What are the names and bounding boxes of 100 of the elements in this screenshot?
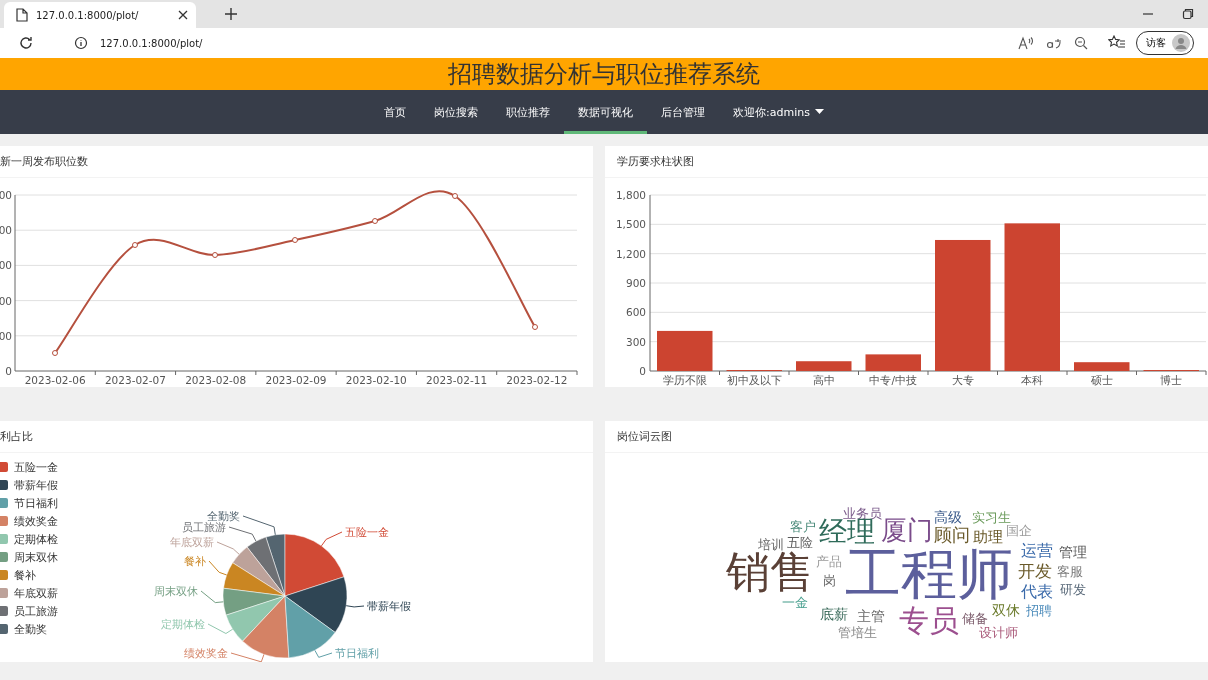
cloud-word: 一金 xyxy=(782,595,808,609)
slice-label: 餐补 xyxy=(184,555,206,567)
axis-label: 00 xyxy=(0,224,12,237)
axis-label: 2023-02-12 xyxy=(506,374,568,386)
cloud-word: 底薪 xyxy=(820,607,848,621)
nav-link[interactable]: 岗位搜索 xyxy=(420,90,493,134)
chart-title: 学历要求柱状图 xyxy=(605,146,1208,178)
cloud-word: 助理 xyxy=(973,529,1003,545)
nav-link[interactable]: 首页 xyxy=(370,90,421,134)
cloud-word: 主管 xyxy=(857,609,885,623)
read-aloud-icon[interactable] xyxy=(1018,36,1034,50)
leader-line xyxy=(200,590,224,604)
cloud-word: 开发 xyxy=(1018,562,1052,580)
restore-icon[interactable] xyxy=(1182,8,1194,20)
tab-title: 127.0.0.1:8000/plot/ xyxy=(36,9,140,21)
cloud-word: 设计师 xyxy=(978,625,1018,639)
data-point xyxy=(52,350,58,356)
nav-link[interactable]: 欢迎你:admins xyxy=(719,90,838,134)
data-point xyxy=(532,324,538,330)
data-point xyxy=(292,237,298,243)
legend-label[interactable]: 年底双薪 xyxy=(14,587,58,600)
cloud-word: 招聘 xyxy=(1026,603,1052,617)
cloud-word: 管理 xyxy=(1059,545,1087,559)
close-icon[interactable] xyxy=(178,10,188,20)
axis-label: 00 xyxy=(0,189,12,201)
legend-swatch[interactable] xyxy=(0,588,8,598)
legend-swatch[interactable] xyxy=(0,534,8,544)
legend-label[interactable]: 五险一金 xyxy=(14,461,58,474)
axis-label: 1,500 xyxy=(615,218,646,231)
leader-line xyxy=(320,531,343,547)
axis-label: 本科 xyxy=(1021,374,1044,386)
legend-swatch[interactable] xyxy=(0,462,8,472)
cloud-word: 国企 xyxy=(1006,523,1032,537)
browser-tab[interactable]: 127.0.0.1:8000/plot/ xyxy=(4,2,196,28)
chart-title: 新一周发布职位数 xyxy=(0,146,593,178)
reload-icon[interactable] xyxy=(18,35,34,51)
axis-label: 900 xyxy=(625,277,646,289)
legend-label[interactable]: 周末双休 xyxy=(14,551,58,564)
chart-title: 利占比 xyxy=(0,421,593,453)
new-tab-icon[interactable] xyxy=(224,7,238,21)
axis-label: 2023-02-10 xyxy=(345,374,407,386)
axis-label: 初中及以下 xyxy=(726,374,782,386)
legend-swatch[interactable] xyxy=(0,552,8,562)
profile-button[interactable]: 访客 xyxy=(1136,31,1194,55)
legend-label[interactable]: 定期体检 xyxy=(14,533,58,546)
legend-swatch[interactable] xyxy=(0,606,8,616)
cloud-word: 专员 xyxy=(899,606,959,636)
cloud-word: 顾问 xyxy=(934,526,970,544)
system-title: 招聘数据分析与职位推荐系统 xyxy=(448,59,760,90)
legend-swatch[interactable] xyxy=(0,516,8,526)
legend-swatch[interactable] xyxy=(0,480,8,490)
cloud-word: 培训 xyxy=(758,537,784,551)
axis-label: 高中 xyxy=(812,374,835,386)
favorites-icon[interactable] xyxy=(1108,35,1126,51)
legend-swatch[interactable] xyxy=(0,624,8,634)
legend-label[interactable]: 全勤奖 xyxy=(14,623,47,636)
cloud-word: 研发 xyxy=(1060,582,1086,596)
info-icon[interactable] xyxy=(74,36,88,50)
axis-label: 00 xyxy=(0,259,12,272)
data-point xyxy=(212,252,218,258)
legend-label[interactable]: 绩效奖金 xyxy=(14,515,58,528)
legend-label[interactable]: 节日福利 xyxy=(14,497,58,510)
axis-label: 硕士 xyxy=(1090,374,1113,386)
axis-label: 2023-02-08 xyxy=(185,374,247,386)
slice-label: 定期体检 xyxy=(161,618,205,630)
zoom-out-icon[interactable] xyxy=(1074,36,1088,50)
axis-label: 00 xyxy=(0,329,12,342)
legend-swatch[interactable] xyxy=(0,570,8,580)
cloud-word: 高级 xyxy=(934,510,962,524)
axis-label: 学历不限 xyxy=(662,374,707,386)
leader-line xyxy=(207,623,234,634)
axis-label: 00 xyxy=(0,294,12,307)
axis-label: 博士 xyxy=(1160,374,1183,386)
legend-swatch[interactable] xyxy=(0,498,8,508)
cloud-word: 客户 xyxy=(790,519,816,533)
nav-link[interactable]: 职位推荐 xyxy=(492,90,565,134)
axis-label: 2023-02-06 xyxy=(24,374,86,386)
legend-label[interactable]: 餐补 xyxy=(14,569,36,582)
cloud-word: 双休 xyxy=(992,603,1020,617)
page-icon xyxy=(16,8,28,22)
caret-icon xyxy=(814,109,824,115)
axis-label: 300 xyxy=(625,335,646,348)
nav-link[interactable]: 数据可视化 xyxy=(564,90,648,134)
axis-label: 中专/中技 xyxy=(869,374,917,386)
legend-label[interactable]: 带薪年假 xyxy=(14,479,58,492)
translate-icon[interactable] xyxy=(1046,36,1062,50)
nav-link[interactable]: 后台管理 xyxy=(647,90,720,134)
cloud-word: 销售 xyxy=(726,550,814,594)
axis-label: 2023-02-07 xyxy=(104,374,166,386)
axis-label: 0 xyxy=(5,365,12,377)
legend-label[interactable]: 员工旅游 xyxy=(14,605,58,618)
data-point xyxy=(452,193,458,199)
cloud-word: 经理 xyxy=(819,518,875,546)
slice-label: 周末双休 xyxy=(154,585,198,597)
leader-line xyxy=(314,649,333,658)
slice-label: 全勤奖 xyxy=(207,510,240,522)
axis-label: 1,800 xyxy=(615,189,646,201)
bar xyxy=(1074,362,1130,371)
cloud-word: 产品 xyxy=(816,554,842,568)
cloud-word: 实习生 xyxy=(971,510,1011,524)
